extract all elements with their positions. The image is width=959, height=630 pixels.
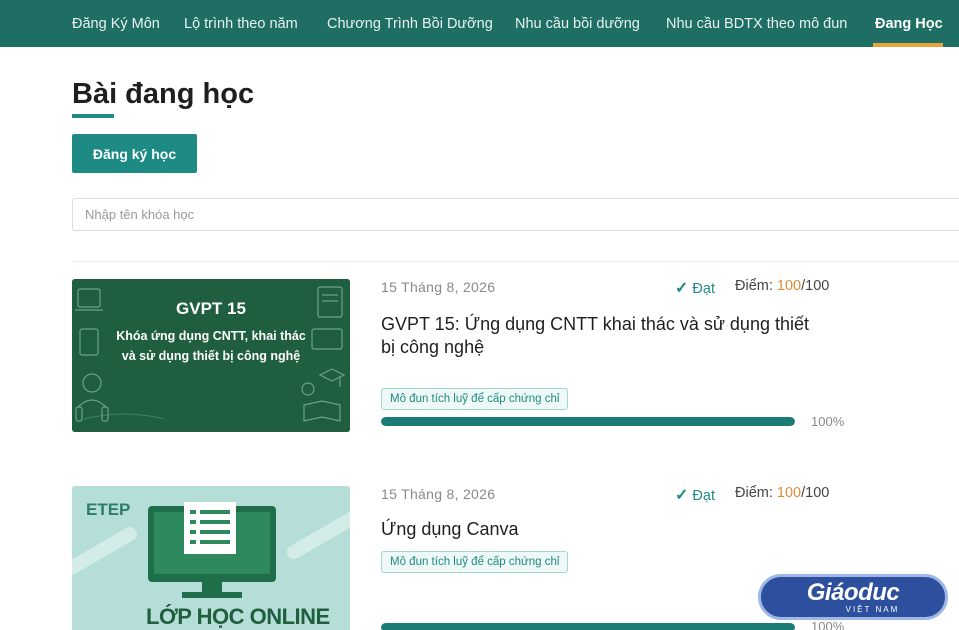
status-badge: ✓ Đạt: [675, 485, 715, 505]
check-icon: ✓: [675, 280, 689, 297]
score-label: Điểm:: [735, 485, 773, 501]
course-date: 15 Tháng 8, 2026: [381, 279, 496, 295]
nav-item-bdtx[interactable]: Nhu cầu BDTX theo mô đun: [666, 16, 847, 32]
course-thumbnail[interactable]: ETEP LỚP HỌC ONLINE: [72, 486, 350, 630]
divider: [72, 261, 959, 262]
progress-fill: [381, 417, 795, 426]
nav-item-nhu-cau[interactable]: Nhu cầu bồi dưỡng: [515, 16, 640, 32]
course-score: Điểm: 100/100: [735, 278, 829, 294]
course-date: 15 Tháng 8, 2026: [381, 486, 496, 502]
page-title: Bài đang học: [72, 78, 255, 110]
course-search-input[interactable]: [72, 198, 959, 231]
watermark-name: Giáoduc: [806, 578, 900, 606]
status-badge: ✓ Đạt: [675, 278, 715, 298]
thumbnail-line1: Khóa ứng dụng CNTT, khai thác: [116, 329, 306, 343]
thumbnail-caption: LỚP HỌC ONLINE: [146, 604, 330, 629]
nav-item-chuong-trinh[interactable]: Chương Trình Bồi Dưỡng: [327, 16, 493, 32]
nav-item-lo-trinh[interactable]: Lộ trình theo năm: [184, 16, 298, 32]
register-button[interactable]: Đăng ký học: [72, 134, 197, 173]
thumbnail-heading: GVPT 15: [176, 299, 246, 318]
score-value: 100: [776, 278, 802, 294]
module-badge: Mô đun tích luỹ để cấp chứng chỉ: [381, 388, 569, 410]
title-underline: [72, 114, 114, 118]
progress-bar: [381, 623, 795, 630]
course-title[interactable]: GVPT 15: Ứng dụng CNTT khai thác và sử d…: [381, 313, 821, 359]
score-label: Điểm:: [735, 278, 773, 294]
module-badge: Mô đun tích luỹ để cấp chứng chỉ: [381, 551, 569, 573]
nav-item-dang-ky-mon[interactable]: Đăng Ký Môn: [72, 16, 160, 32]
progress-bar: [381, 417, 795, 426]
status-text: Đạt: [692, 488, 715, 504]
active-tab-indicator: [873, 43, 943, 47]
course-thumbnail[interactable]: GVPT 15 Khóa ứng dụng CNTT, khai thác và…: [72, 279, 350, 432]
top-navigation: Đăng Ký Môn Lộ trình theo năm Chương Trì…: [0, 0, 959, 47]
course-score: Điểm: 100/100: [735, 485, 829, 501]
status-text: Đạt: [692, 281, 715, 297]
watermark-sub: VIỆT NAM: [845, 604, 900, 614]
progress-percent: 100%: [811, 619, 845, 630]
score-max: /100: [801, 278, 830, 294]
etep-brand: ETEP: [86, 500, 131, 519]
score-max: /100: [801, 485, 830, 501]
nav-item-dang-hoc[interactable]: Đang Học: [875, 16, 943, 32]
check-icon: ✓: [675, 487, 689, 504]
watermark-logo: Giáoduc VIỆT NAM: [758, 574, 948, 620]
course-title[interactable]: Ứng dụng Canva: [381, 518, 821, 541]
thumbnail-line2: và sử dụng thiết bị công nghệ: [121, 349, 301, 363]
progress-fill: [381, 623, 795, 630]
score-value: 100: [776, 485, 802, 501]
progress-percent: 100%: [811, 414, 845, 429]
